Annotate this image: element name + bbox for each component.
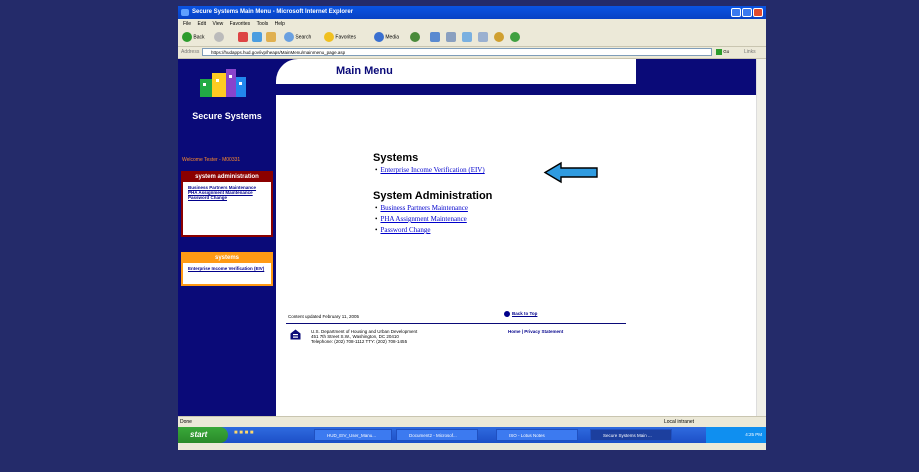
refresh-button[interactable]: [252, 32, 262, 43]
up-arrow-icon: [504, 311, 510, 317]
welcome-text: Welcome Tester - M00331: [182, 157, 241, 163]
home-button[interactable]: [266, 32, 276, 43]
systems-box: systems Enterprise Income Verification (…: [181, 252, 273, 286]
search-button[interactable]: Search: [284, 32, 311, 43]
menu-help[interactable]: Help: [275, 21, 285, 27]
left-nav: Secure Systems Welcome Tester - M00331 s…: [178, 59, 276, 416]
content-updated: Content updated February 11, 2005: [288, 314, 359, 319]
task-hud-eiv-manual[interactable]: HUD_EIV_User_Manu...: [314, 429, 392, 441]
site-name: Secure Systems: [192, 111, 262, 121]
browser-window: Secure Systems Main Menu - Microsoft Int…: [178, 6, 766, 450]
window-title: Secure Systems Main Menu - Microsoft Int…: [192, 9, 354, 15]
quick-launch-icons[interactable]: ■ ■ ■ ■: [234, 430, 254, 436]
link-password-change[interactable]: • Password Change: [375, 226, 430, 234]
home-privacy-links[interactable]: Home | Privacy Statement: [508, 329, 563, 334]
close-button[interactable]: [753, 8, 763, 17]
task-secure-systems[interactable]: Secure Systems Main ...: [590, 429, 672, 441]
bullet: •: [375, 204, 378, 212]
bullet: •: [375, 226, 378, 234]
forward-arrow-icon: [214, 32, 224, 42]
presentation-background: Secure Systems Main Menu - Microsoft Int…: [0, 0, 919, 472]
messenger-icon: [494, 32, 504, 42]
address-input[interactable]: https://hudapps.hud.gov/ivp/heaps/MainMe…: [202, 48, 712, 56]
system-administration-box: system administration Business Partners …: [181, 171, 273, 237]
page-content: Secure Systems Welcome Tester - M00331 s…: [178, 59, 756, 416]
messenger-button[interactable]: [494, 32, 504, 43]
link-eiv[interactable]: • Enterprise Income Verification (EIV): [375, 166, 485, 174]
research-icon: [510, 32, 520, 42]
print-icon: [446, 32, 456, 42]
go-button[interactable]: Go: [716, 48, 738, 56]
media-button[interactable]: Media: [374, 32, 399, 43]
history-icon: [410, 32, 420, 42]
toolbar: Back Search Favorites Media: [178, 29, 766, 47]
link-pha-assignment[interactable]: • PHA Assignment Maintenance: [375, 215, 467, 223]
footer-divider: [286, 323, 626, 324]
search-icon: [284, 32, 294, 42]
menu-edit[interactable]: Edit: [197, 21, 206, 27]
task-lotus-notes[interactable]: ISO - Lotus Notes: [496, 429, 578, 441]
go-arrow-icon: [716, 48, 722, 55]
favorites-button[interactable]: Favorites: [324, 32, 356, 43]
bullet: •: [375, 215, 378, 223]
ie-icon: [181, 9, 189, 16]
secure-systems-logo-icon: [200, 69, 246, 97]
header-links[interactable]: mail | help | search | home | logout: [512, 68, 586, 73]
forward-button[interactable]: [214, 32, 224, 43]
refresh-icon: [252, 32, 262, 42]
link-business-partners[interactable]: • Business Partners Maintenance: [375, 204, 468, 212]
page-header: Main Menu mail | help | search | home | …: [276, 59, 756, 95]
edit-button[interactable]: [462, 32, 472, 43]
nav-eiv[interactable]: Enterprise Income Verification (EIV): [183, 266, 271, 271]
system-administration-title: system administration: [183, 173, 271, 182]
history-button[interactable]: [410, 32, 420, 43]
back-to-top-link[interactable]: Back to Top: [504, 311, 537, 317]
equal-housing-icon: [290, 329, 301, 340]
maximize-button[interactable]: [742, 8, 752, 17]
menu-favorites[interactable]: Favorites: [230, 21, 251, 27]
research-button[interactable]: [510, 32, 520, 43]
menu-tools[interactable]: Tools: [257, 21, 269, 27]
discuss-button[interactable]: [478, 32, 488, 43]
back-arrow-icon: [182, 32, 192, 42]
stop-icon: [238, 32, 248, 42]
menu-file[interactable]: File: [183, 21, 191, 27]
print-button[interactable]: [446, 32, 456, 43]
edit-icon: [462, 32, 472, 42]
media-icon: [374, 32, 384, 42]
task-document2[interactable]: Document2 - Microsof...: [396, 429, 478, 441]
menu-bar: File Edit View Favorites Tools Help: [178, 19, 766, 29]
address-bar: Address https://hudapps.hud.gov/ivp/heap…: [178, 47, 766, 59]
title-bar[interactable]: Secure Systems Main Menu - Microsoft Int…: [178, 6, 766, 19]
back-button[interactable]: Back: [182, 32, 205, 43]
mail-icon: [430, 32, 440, 42]
vertical-scrollbar[interactable]: [756, 59, 766, 416]
discuss-icon: [478, 32, 488, 42]
menu-view[interactable]: View: [212, 21, 223, 27]
page-title: Main Menu: [336, 65, 393, 77]
systems-box-title: systems: [183, 254, 271, 263]
home-icon: [266, 32, 276, 42]
clock: 4:25 PM: [745, 432, 762, 437]
pointer-arrow-icon: [543, 161, 598, 184]
start-button[interactable]: start: [178, 427, 228, 443]
address-label: Address: [181, 49, 200, 55]
bullet: •: [375, 166, 378, 174]
minimize-button[interactable]: [731, 8, 741, 17]
system-tray: 4:25 PM: [706, 427, 766, 443]
system-administration-heading: System Administration: [373, 190, 493, 202]
mail-button[interactable]: [430, 32, 440, 43]
star-icon: [324, 32, 334, 42]
taskbar: start ■ ■ ■ ■ HUD_EIV_User_Manu... Docum…: [178, 427, 766, 443]
stop-button[interactable]: [238, 32, 248, 43]
nav-password-change[interactable]: Password Change: [183, 195, 271, 200]
hud-address: U.S. Department of Housing and Urban Dev…: [311, 329, 418, 344]
systems-heading: Systems: [373, 152, 419, 164]
links-button[interactable]: Links: [744, 47, 756, 58]
